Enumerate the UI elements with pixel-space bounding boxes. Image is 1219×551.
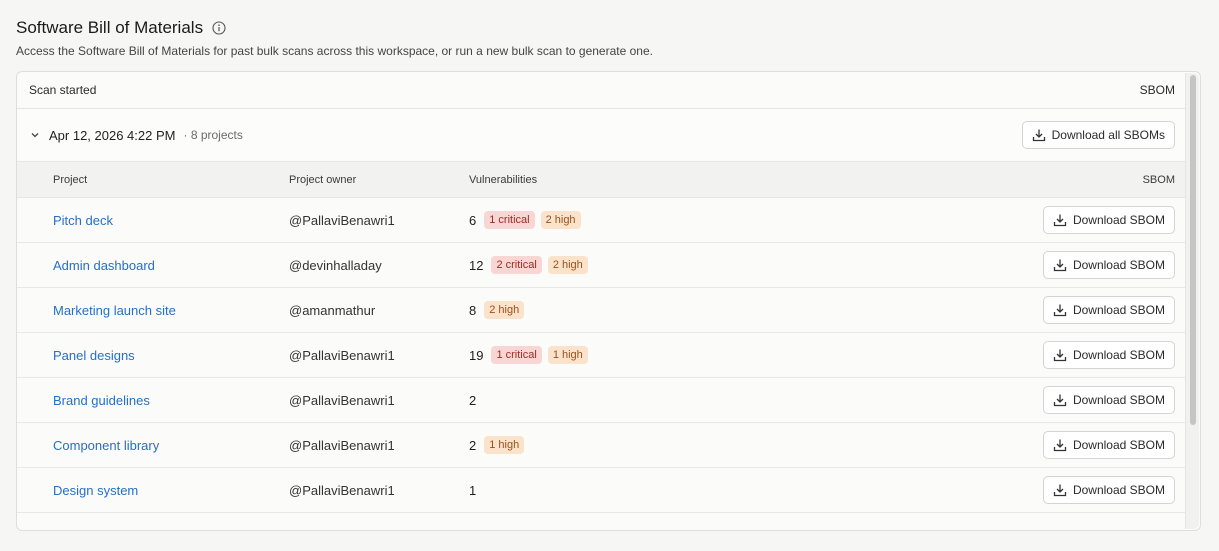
download-all-label: Download all SBOMs [1051,128,1165,142]
download-icon [1053,394,1067,407]
high-badge: 2 high [484,301,525,319]
download-sbom-button[interactable]: Download SBOM [1042,431,1175,459]
download-sbom-button[interactable]: Download SBOM [1042,251,1175,279]
project-link[interactable]: Component library [53,438,159,453]
info-icon[interactable] [212,21,226,35]
download-all-sboms-button[interactable]: Download all SBOMs [1021,121,1175,149]
vulnerability-count: 1 [469,482,477,498]
table-row: Admin dashboard @devinhalladay 12 2 critica… [17,243,1187,288]
scrollbar-thumb[interactable] [1190,75,1196,425]
scan-started-header: Scan started [29,83,97,97]
table-row: Marketing launch site @amanmathur 8 2 high D… [17,288,1187,333]
sbom-header: SBOM [1139,83,1175,97]
vulnerability-count: 12 [469,257,484,273]
project-owner: @PallaviBenawri1 [289,392,395,408]
project-owner: @PallaviBenawri1 [289,347,395,363]
page-subtitle: Access the Software Bill of Materials fo… [16,44,653,58]
project-column-header: Project [53,173,88,186]
project-owner: @PallaviBenawri1 [289,437,395,453]
download-icon [1053,349,1067,362]
download-sbom-label: Download SBOM [1072,348,1165,362]
vulnerabilities-cell: 8 2 high [469,301,525,319]
project-owner: @PallaviBenawri1 [289,482,395,498]
download-sbom-button[interactable]: Download SBOM [1042,341,1175,369]
scan-date: Apr 12, 2026 4:22 PM [49,127,176,143]
vulnerability-count: 8 [469,302,477,318]
table-row: Design system @PallaviBenawri1 1 Download S… [17,468,1187,513]
critical-badge: 2 critical [491,256,542,274]
download-sbom-label: Download SBOM [1072,438,1165,452]
download-sbom-label: Download SBOM [1072,213,1165,227]
download-icon [1053,214,1067,227]
project-link[interactable]: Marketing launch site [53,303,176,318]
high-badge: 1 high [547,346,588,364]
download-sbom-label: Download SBOM [1072,483,1165,497]
project-owner: @amanmathur [289,302,376,318]
vulnerability-count: 2 [469,392,477,408]
scan-group-row[interactable]: Apr 12, 2026 4:22 PM · 8 projects Downlo… [17,109,1187,162]
table-row: Pitch deck @PallaviBenawri1 6 1 critical 2 h… [17,198,1187,243]
project-count: · 8 projects [183,128,243,142]
download-icon [1032,129,1045,142]
chevron-down-icon[interactable] [29,129,41,141]
vulnerabilities-cell: 19 1 critical 1 high [469,346,588,364]
table-row: Panel designs @PallaviBenawri1 19 1 critica… [17,333,1187,378]
vulnerabilities-column-header: Vulnerabilities [469,173,538,186]
download-sbom-label: Download SBOM [1072,258,1165,272]
vulnerability-count: 19 [469,347,484,363]
vulnerabilities-cell: 12 2 critical 2 high [469,256,588,274]
column-header-row: Project Project owner Vulnerabilities SB… [17,162,1187,198]
table-row: Component library @PallaviBenawri1 2 1 high… [17,423,1187,468]
critical-badge: 1 critical [484,211,535,229]
high-badge: 2 high [547,256,588,274]
download-sbom-button[interactable]: Download SBOM [1042,296,1175,324]
vulnerabilities-cell: 6 1 critical 2 high [469,211,581,229]
download-icon [1053,484,1067,497]
critical-badge: 1 critical [491,346,542,364]
vertical-scrollbar[interactable] [1185,73,1199,529]
download-icon [1053,304,1067,317]
high-badge: 1 high [484,436,525,454]
project-link[interactable]: Design system [53,483,138,498]
vulnerability-count: 2 [469,437,477,453]
table-row: Brand guidelines @PallaviBenawri1 2 Downloa… [17,378,1187,423]
project-rows: Pitch deck @PallaviBenawri1 6 1 critical 2 h… [17,198,1187,513]
owner-column-header: Project owner [289,173,357,186]
download-sbom-button[interactable]: Download SBOM [1042,386,1175,414]
project-owner: @PallaviBenawri1 [289,212,395,228]
download-sbom-label: Download SBOM [1072,303,1165,317]
project-link[interactable]: Panel designs [53,348,135,363]
download-icon [1053,439,1067,452]
high-badge: 2 high [540,211,581,229]
download-icon [1053,259,1067,272]
project-link[interactable]: Brand guidelines [53,393,150,408]
project-link[interactable]: Admin dashboard [53,258,155,273]
project-link[interactable]: Pitch deck [53,213,113,228]
table-header: Scan started SBOM [17,72,1187,109]
vulnerabilities-cell: 2 1 high [469,436,525,454]
title-row: Software Bill of Materials [16,18,653,38]
page-title: Software Bill of Materials [16,18,204,37]
vulnerability-count: 6 [469,212,477,228]
page-header: Software Bill of Materials Access the So… [16,18,653,58]
project-owner: @devinhalladay [289,257,382,273]
vulnerabilities-cell: 1 [469,483,478,498]
sbom-table-panel: Scan started SBOM Apr 12, 2026 4:22 PM ·… [16,71,1201,531]
download-sbom-button[interactable]: Download SBOM [1042,476,1175,504]
sbom-column-header: SBOM [1142,173,1175,186]
download-sbom-button[interactable]: Download SBOM [1042,206,1175,234]
download-sbom-label: Download SBOM [1072,393,1165,407]
vulnerabilities-cell: 2 [469,393,478,408]
